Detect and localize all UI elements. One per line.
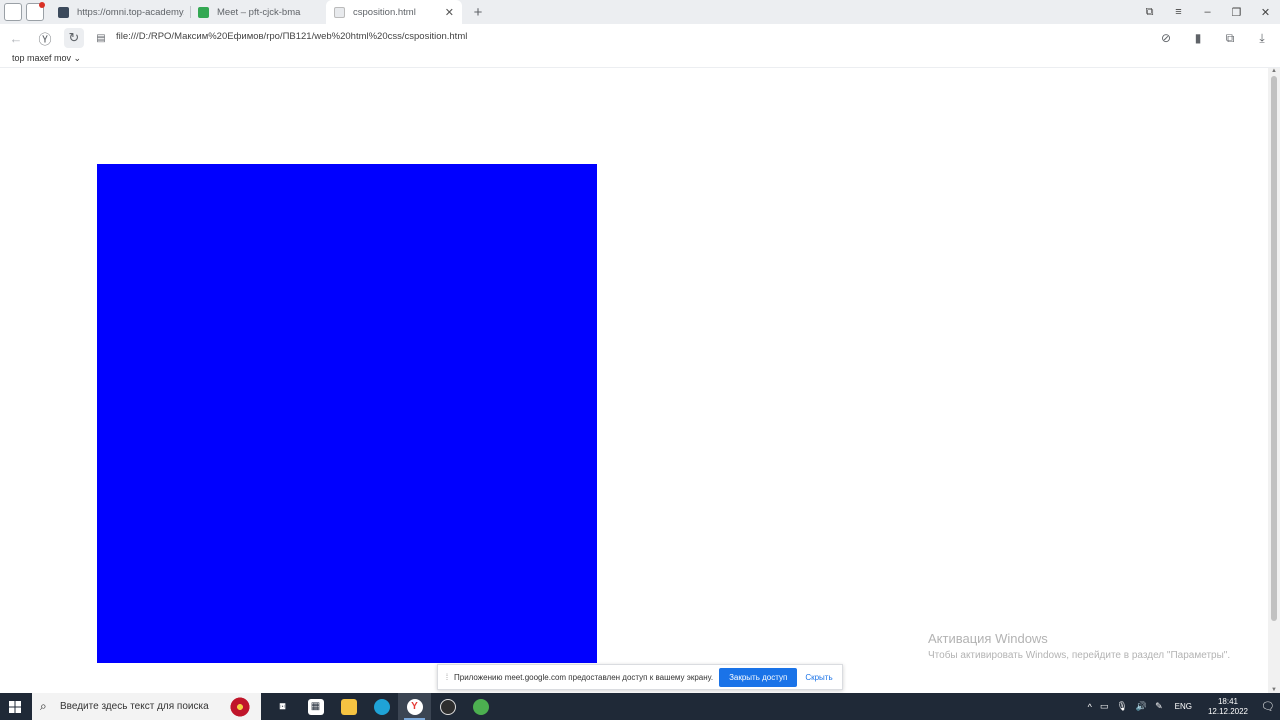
bookmark-label: top maxef mov <box>12 53 72 63</box>
scroll-up-icon[interactable]: ▲ <box>1268 68 1280 74</box>
chrome-icon <box>472 698 489 715</box>
windows-activation-watermark: Активация Windows Чтобы активировать Win… <box>928 631 1230 661</box>
tab-separator <box>190 6 191 18</box>
obs-button[interactable] <box>431 693 464 720</box>
search-placeholder: Введите здесь текст для поиска <box>60 701 209 712</box>
minimize-icon[interactable]: – <box>1193 6 1222 18</box>
plus-icon: + <box>473 3 483 21</box>
tab-label: Meet – pft-cjck-bma <box>217 6 301 18</box>
obs-icon <box>439 698 456 715</box>
share-message: Приложению meet.google.com предоставлен … <box>454 672 714 682</box>
blue-positioned-box <box>97 164 597 663</box>
screen-share-bar: ⁞ Приложению meet.google.com предоставле… <box>437 664 843 690</box>
windows-taskbar: ⌕ Введите здесь текст для поиска ⧈ ▦ Y ^… <box>0 693 1280 720</box>
navigation-bar: ← Ⓨ ↻ ▤ file:///D:/RPO/Максим%20Ефимов/r… <box>0 24 1280 51</box>
chevron-up-icon[interactable]: ^ <box>1088 702 1092 712</box>
watermark-subtitle: Чтобы активировать Windows, перейдите в … <box>928 650 1231 661</box>
windows-logo-icon <box>9 701 21 713</box>
task-view-icon: ⧈ <box>279 701 286 712</box>
tab-label: csposition.html <box>353 6 416 18</box>
microphone-icon[interactable]: 🎙 <box>1116 701 1127 712</box>
store-button[interactable]: ▦ <box>299 693 332 720</box>
pen-icon[interactable]: ✎ <box>1155 701 1163 712</box>
tab-omni[interactable]: https://omni.top-academy... <box>58 0 184 24</box>
reload-icon[interactable]: ↻ <box>64 28 84 48</box>
scrollbar-thumb[interactable] <box>1271 76 1277 621</box>
system-tray: ^ ▭ 🎙 🔊 ✎ ENG 18:41 12.12.2022 🗨 <box>1084 693 1280 720</box>
taskbar-apps: ⧈ ▦ Y <box>266 693 497 720</box>
close-window-icon[interactable]: ✕ <box>1251 6 1280 19</box>
explorer-button[interactable] <box>332 693 365 720</box>
tab-close-icon[interactable]: ✕ <box>437 6 462 19</box>
clock-time: 18:41 <box>1217 696 1238 706</box>
tab-strip-left-icons <box>4 2 45 21</box>
tab-csposition[interactable]: csposition.html ✕ <box>326 0 462 24</box>
chevron-down-icon: ⌄ <box>73 53 82 63</box>
page-scrollbar[interactable]: ▲ ▼ <box>1268 68 1280 693</box>
tabs-panel-icon[interactable] <box>26 2 45 21</box>
taskbar-search[interactable]: ⌕ Введите здесь текст для поиска <box>32 693 261 720</box>
clock-date: 12.12.2022 <box>1207 706 1248 716</box>
store-icon: ▦ <box>307 698 324 715</box>
bookmarks-bar: top maxef mov ⌄ <box>0 51 1280 68</box>
bookmark-manager-icon[interactable]: ⧉ <box>1135 6 1164 19</box>
tab-meet[interactable]: Meet – pft-cjck-bma <box>198 0 320 24</box>
language-indicator[interactable]: ENG <box>1175 702 1192 711</box>
menu-icon[interactable]: ≡ <box>1164 6 1193 18</box>
new-tab-button[interactable]: + <box>468 2 488 22</box>
toolbar-right: ⊘ ▮ ⧉ ⤓ <box>1156 28 1272 48</box>
bookmark-folder[interactable]: top maxef mov ⌄ <box>12 53 81 64</box>
yandex-browser-icon: Y <box>406 698 423 715</box>
tab-label: https://omni.top-academy... <box>77 6 184 18</box>
drag-handle-icon[interactable]: ⁞ <box>442 672 452 682</box>
site-favicon-icon <box>58 6 69 18</box>
network-icon[interactable]: ▭ <box>1100 701 1109 712</box>
back-icon[interactable]: ← <box>6 28 26 48</box>
meet-favicon-icon <box>198 6 209 18</box>
stop-sharing-button[interactable]: Закрыть доступ <box>719 667 798 687</box>
file-favicon-icon <box>334 6 345 18</box>
bookmark-icon[interactable]: ▮ <box>1188 28 1208 48</box>
maximize-icon[interactable]: ❐ <box>1222 6 1251 19</box>
watermark-title: Активация Windows <box>928 631 1048 646</box>
download-icon[interactable]: ⤓ <box>1252 28 1272 48</box>
history-icon[interactable] <box>4 3 22 21</box>
search-highlight-icon[interactable] <box>229 696 251 718</box>
hide-button[interactable]: Скрыть <box>805 673 832 682</box>
file-icon[interactable]: ▤ <box>91 28 111 48</box>
yandex-browser-button[interactable]: Y <box>398 693 431 720</box>
tab-strip: https://omni.top-academy... Meet – pft-c… <box>0 0 1280 24</box>
yandex-icon[interactable]: Ⓨ <box>35 28 55 48</box>
edge-button[interactable] <box>365 693 398 720</box>
translate-icon[interactable]: ⊘ <box>1156 28 1176 48</box>
address-bar[interactable]: file:///D:/RPO/Максим%20Ефимов/rpo/ПВ121… <box>116 31 467 42</box>
task-view-button[interactable]: ⧈ <box>266 693 299 720</box>
volume-icon[interactable]: 🔊 <box>1136 701 1147 712</box>
chrome-button[interactable] <box>464 693 497 720</box>
edge-icon <box>373 698 390 715</box>
folder-icon <box>340 698 357 715</box>
clock[interactable]: 18:41 12.12.2022 <box>1208 697 1248 717</box>
notifications-icon[interactable]: 🗨 <box>1256 700 1280 713</box>
window-controls: ⧉ ≡ – ❐ ✕ <box>1135 0 1280 24</box>
search-icon: ⌕ <box>40 699 47 713</box>
start-button[interactable] <box>4 696 26 718</box>
collections-icon[interactable]: ⧉ <box>1220 28 1240 48</box>
